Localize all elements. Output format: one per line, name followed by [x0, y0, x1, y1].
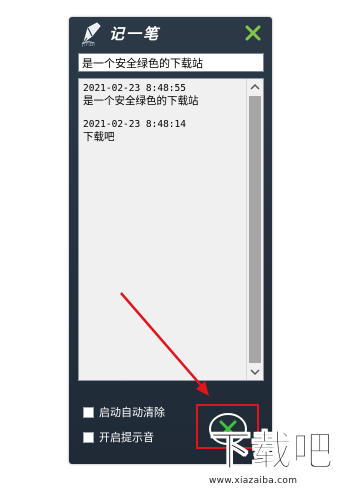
checkbox-box[interactable]	[83, 431, 94, 443]
app-window: JiYiBi 记一笔 2021-02-23 8:48:55 是一个安全绿色的下载…	[69, 17, 272, 464]
note-entry: 2021-02-23 8:48:14 下载吧	[83, 119, 243, 143]
note-timestamp: 2021-02-23 8:48:14	[83, 119, 186, 130]
app-title: 记一笔	[109, 25, 161, 43]
note-entry: 2021-02-23 8:48:55 是一个安全绿色的下载站	[83, 83, 243, 107]
title-bar[interactable]: JiYiBi 记一笔	[69, 17, 272, 50]
scroll-thumb[interactable]	[249, 96, 261, 363]
notes-content: 2021-02-23 8:48:55 是一个安全绿色的下载站 2021-02-2…	[83, 83, 243, 155]
vertical-scrollbar[interactable]	[246, 79, 263, 380]
logo-subtext: JiYiBi	[82, 42, 96, 48]
sound-label: 开启提示音	[99, 431, 154, 444]
scroll-up-arrow-icon[interactable]	[247, 79, 263, 95]
watermark-url: www.xiazaiba.com	[209, 476, 298, 486]
close-icon[interactable]	[244, 24, 262, 42]
scroll-down-arrow-icon[interactable]	[247, 364, 263, 380]
watermark-brand: 下载吧	[210, 427, 334, 476]
watermark: 下载吧 www.xiazaiba.com	[206, 427, 336, 489]
note-input[interactable]	[78, 53, 264, 72]
checkbox-box[interactable]	[83, 406, 94, 418]
note-timestamp: 2021-02-23 8:48:55	[83, 83, 186, 94]
notes-list[interactable]: 2021-02-23 8:48:55 是一个安全绿色的下载站 2021-02-2…	[78, 78, 264, 381]
note-text: 下载吧	[83, 131, 115, 143]
sound-checkbox[interactable]: 开启提示音	[83, 429, 154, 445]
note-text: 是一个安全绿色的下载站	[83, 95, 199, 107]
auto-clear-label: 启动自动清除	[99, 406, 165, 419]
auto-clear-checkbox[interactable]: 启动自动清除	[83, 404, 165, 420]
